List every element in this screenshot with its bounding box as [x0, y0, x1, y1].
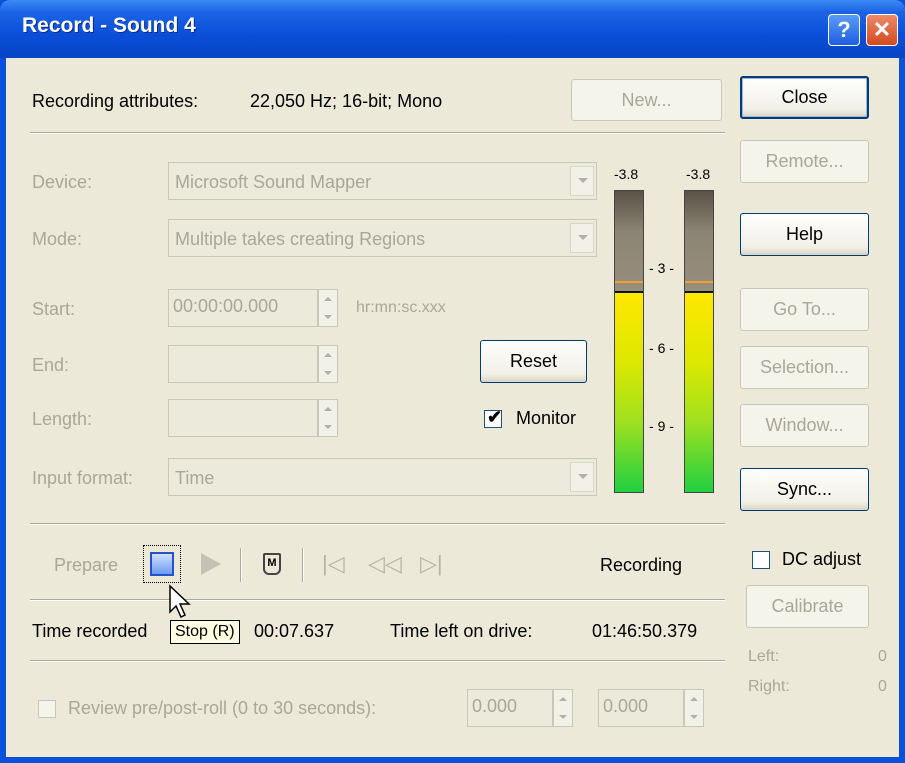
pre-roll-value: 0.000 [472, 696, 518, 716]
checkmark-icon: ✔ [487, 407, 503, 427]
mode-value: Multiple takes creating Regions [175, 229, 426, 249]
remote-button[interactable]: Remote... [740, 140, 869, 183]
mouse-cursor-icon [166, 584, 196, 624]
review-label: Review pre/post-roll (0 to 30 seconds): [68, 698, 377, 718]
pre-roll-field[interactable]: 0.000 [467, 689, 553, 727]
post-roll-spinner[interactable] [684, 689, 704, 727]
start-field[interactable]: 00:00:00.000 [168, 289, 318, 327]
play-icon[interactable] [201, 553, 221, 575]
meter-scale-tick: - 9 - [649, 418, 674, 434]
help-button[interactable]: Help [740, 213, 869, 256]
divider [30, 132, 725, 134]
marker-icon[interactable]: M [263, 553, 281, 575]
meter-scale-tick: - 3 - [649, 260, 674, 276]
divider [30, 660, 725, 662]
dc-adjust-checkbox[interactable] [752, 551, 770, 569]
window-title: Record - Sound 4 [22, 14, 196, 37]
device-value: Microsoft Sound Mapper [175, 172, 372, 192]
stop-icon [150, 552, 174, 576]
divider [30, 523, 725, 525]
post-roll-value: 0.000 [603, 696, 649, 716]
monitor-checkbox[interactable]: ✔ [484, 407, 503, 428]
recording-attributes-label: Recording attributes: [32, 91, 199, 111]
close-title-button[interactable]: ✕ [866, 14, 898, 46]
calibrate-left-value: 0 [878, 648, 887, 665]
chevron-down-icon [570, 223, 594, 253]
prepare-button[interactable]: Prepare [54, 555, 118, 576]
window-button[interactable]: Window... [740, 404, 869, 447]
start-format-hint: hr:mn:sc.xxx [356, 299, 446, 316]
reset-button[interactable]: Reset [480, 340, 587, 383]
calibrate-right-value: 0 [878, 678, 887, 695]
right-level-meter [684, 190, 714, 493]
mode-label: Mode: [32, 229, 83, 249]
input-format-dropdown[interactable]: Time [168, 458, 597, 496]
review-checkbox[interactable] [38, 700, 56, 718]
dc-adjust-label: DC adjust [782, 549, 862, 569]
recording-attributes-value: 22,050 Hz; 16-bit; Mono [250, 91, 443, 111]
end-field[interactable] [168, 345, 318, 383]
device-dropdown[interactable]: Microsoft Sound Mapper [168, 162, 597, 200]
time-recorded-value: 00:07.637 [254, 621, 335, 641]
toolbar-separator [302, 548, 304, 582]
title-bar: Record - Sound 4 ? ✕ [0, 0, 905, 58]
post-roll-field[interactable]: 0.000 [598, 689, 684, 727]
length-field[interactable] [168, 399, 318, 437]
mode-dropdown[interactable]: Multiple takes creating Regions [168, 219, 597, 257]
dialog-body: Recording attributes: 22,050 Hz; 16-bit;… [6, 58, 899, 757]
rewind-icon[interactable]: ◁◁ [368, 551, 402, 577]
start-spinner[interactable] [318, 289, 338, 327]
end-label: End: [32, 355, 70, 375]
chevron-down-icon [570, 462, 594, 492]
device-label: Device: [32, 172, 93, 192]
toolbar-separator [240, 548, 242, 582]
pre-roll-spinner[interactable] [553, 689, 573, 727]
go-to-end-icon[interactable]: ▷| [420, 551, 443, 577]
time-recorded-label: Time recorded [32, 621, 148, 641]
record-dialog: Record - Sound 4 ? ✕ Recording attribute… [0, 0, 905, 763]
calibrate-right-label: Right: [748, 678, 790, 695]
end-spinner[interactable] [318, 345, 338, 383]
divider [30, 599, 725, 601]
length-spinner[interactable] [318, 399, 338, 437]
go-to-start-icon[interactable]: |◁ [322, 551, 345, 577]
calibrate-button[interactable]: Calibrate [746, 585, 869, 628]
start-value: 00:00:00.000 [173, 296, 279, 316]
right-peak-readout: -3.8 [686, 166, 711, 182]
selection-button[interactable]: Selection... [740, 346, 869, 389]
stop-button[interactable] [143, 545, 181, 583]
goto-button[interactable]: Go To... [740, 288, 869, 331]
left-peak-readout: -3.8 [614, 166, 639, 182]
help-title-button[interactable]: ? [828, 14, 860, 46]
time-left-value: 01:46:50.379 [592, 621, 698, 641]
start-label: Start: [32, 299, 76, 319]
length-label: Length: [32, 409, 93, 429]
calibrate-left-label: Left: [748, 648, 780, 665]
input-format-value: Time [175, 468, 215, 488]
monitor-label: Monitor [516, 408, 577, 428]
time-left-label: Time left on drive: [390, 621, 533, 641]
chevron-down-icon [570, 166, 594, 196]
recording-status: Recording [600, 555, 683, 575]
close-button[interactable]: Close [740, 76, 869, 119]
new-button[interactable]: New... [571, 79, 722, 121]
left-level-meter [614, 190, 644, 493]
sync-button[interactable]: Sync... [740, 468, 869, 511]
input-format-label: Input format: [32, 468, 134, 488]
meter-scale-tick: - 6 - [649, 340, 674, 356]
